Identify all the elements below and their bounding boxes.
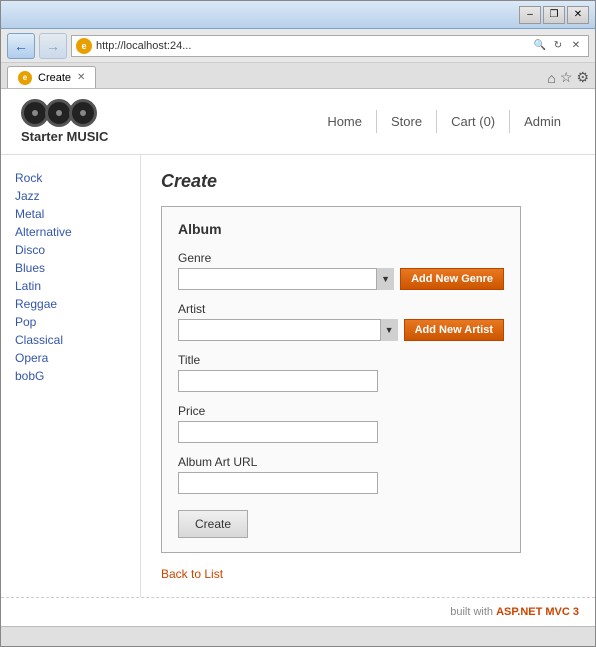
address-input-wrap: e http://localhost:24... 🔍 ↻ ✕ — [71, 35, 589, 57]
sidebar-item-metal[interactable]: Metal — [15, 207, 126, 221]
close-button[interactable]: ✕ — [567, 6, 589, 24]
add-artist-button[interactable]: Add New Artist — [404, 319, 504, 341]
settings-icon[interactable]: ⚙ — [576, 69, 589, 86]
address-icons: 🔍 ↻ ✕ — [532, 38, 584, 54]
content-area: Starter MUSIC Home Store Cart (0) Admin … — [1, 89, 595, 626]
status-bar — [1, 626, 595, 646]
sidebar-item-bobg[interactable]: bobG — [15, 369, 126, 383]
minimize-button[interactable]: – — [519, 6, 541, 24]
footer-text: built with — [450, 606, 496, 618]
forward-nav-button[interactable]: → — [39, 33, 67, 59]
sidebar-item-jazz[interactable]: Jazz — [15, 189, 126, 203]
stop-icon[interactable]: ✕ — [568, 38, 584, 54]
sidebar: Rock Jazz Metal Alternative Disco Blues … — [1, 155, 141, 597]
artist-label: Artist — [178, 302, 504, 316]
nav-cart[interactable]: Cart (0) — [437, 110, 510, 133]
app-header: Starter MUSIC Home Store Cart (0) Admin — [1, 89, 595, 155]
back-nav-button[interactable]: ← — [7, 33, 35, 59]
main-nav: Home Store Cart (0) Admin — [313, 110, 575, 133]
artist-field-row: ▼ Add New Artist — [178, 319, 504, 341]
artist-group: Artist ▼ Add New Artist — [178, 302, 504, 341]
title-group: Title — [178, 353, 504, 392]
nav-store[interactable]: Store — [377, 110, 437, 133]
title-bar-buttons: – ❐ ✕ — [519, 6, 589, 24]
price-input[interactable] — [178, 421, 378, 443]
tab-nav-icons: ⌂ ☆ ⚙ — [547, 69, 589, 88]
ie-favicon: e — [76, 38, 92, 54]
browser-window: – ❐ ✕ ← → e http://localhost:24... 🔍 ↻ ✕… — [0, 0, 596, 647]
genre-field-row: ▼ Add New Genre — [178, 268, 504, 290]
sidebar-item-disco[interactable]: Disco — [15, 243, 126, 257]
tab-label: Create — [38, 72, 71, 84]
app-footer: built with ASP.NET MVC 3 — [1, 597, 595, 626]
nav-home[interactable]: Home — [313, 110, 377, 133]
logo-area: Starter MUSIC — [21, 99, 108, 144]
add-genre-button[interactable]: Add New Genre — [400, 268, 504, 290]
main-layout: Rock Jazz Metal Alternative Disco Blues … — [1, 155, 595, 597]
genre-select[interactable] — [178, 268, 394, 290]
sidebar-item-alternative[interactable]: Alternative — [15, 225, 126, 239]
tab-favicon: e — [18, 71, 32, 85]
album-art-label: Album Art URL — [178, 455, 504, 469]
address-text: http://localhost:24... — [96, 40, 528, 52]
nav-admin[interactable]: Admin — [510, 110, 575, 133]
title-input[interactable] — [178, 370, 378, 392]
home-icon[interactable]: ⌂ — [547, 70, 555, 86]
album-art-group: Album Art URL — [178, 455, 504, 494]
favorites-icon[interactable]: ☆ — [560, 69, 573, 86]
sidebar-item-opera[interactable]: Opera — [15, 351, 126, 365]
tab-bar: e Create ✕ ⌂ ☆ ⚙ — [1, 63, 595, 89]
genre-label: Genre — [178, 251, 504, 265]
artist-select[interactable] — [178, 319, 398, 341]
sidebar-item-pop[interactable]: Pop — [15, 315, 126, 329]
page-content: Create Album Genre ▼ Add New Genr — [141, 155, 595, 597]
price-label: Price — [178, 404, 504, 418]
price-group: Price — [178, 404, 504, 443]
create-button[interactable]: Create — [178, 510, 248, 538]
sidebar-item-classical[interactable]: Classical — [15, 333, 126, 347]
form-panel: Album Genre ▼ Add New Genre — [161, 206, 521, 553]
restore-button[interactable]: ❐ — [543, 6, 565, 24]
sidebar-item-rock[interactable]: Rock — [15, 171, 126, 185]
sidebar-item-latin[interactable]: Latin — [15, 279, 126, 293]
artist-select-wrap: ▼ — [178, 319, 398, 341]
page-title: Create — [161, 171, 575, 192]
footer-highlight: ASP.NET MVC 3 — [496, 606, 579, 618]
genre-select-wrap: ▼ — [178, 268, 394, 290]
app-container: Starter MUSIC Home Store Cart (0) Admin … — [1, 89, 595, 626]
active-tab[interactable]: e Create ✕ — [7, 66, 96, 88]
panel-title: Album — [178, 221, 504, 237]
search-icon[interactable]: 🔍 — [532, 38, 548, 54]
sidebar-item-blues[interactable]: Blues — [15, 261, 126, 275]
tab-close-button[interactable]: ✕ — [77, 72, 85, 83]
sidebar-item-reggae[interactable]: Reggae — [15, 297, 126, 311]
refresh-icon[interactable]: ↻ — [550, 38, 566, 54]
logo-text: Starter MUSIC — [21, 129, 108, 144]
disc-3 — [69, 99, 97, 127]
title-label: Title — [178, 353, 504, 367]
logo-discs — [21, 99, 108, 127]
album-art-input[interactable] — [178, 472, 378, 494]
address-bar: ← → e http://localhost:24... 🔍 ↻ ✕ — [1, 29, 595, 63]
back-to-list-link[interactable]: Back to List — [161, 567, 223, 581]
genre-group: Genre ▼ Add New Genre — [178, 251, 504, 290]
title-bar: – ❐ ✕ — [1, 1, 595, 29]
